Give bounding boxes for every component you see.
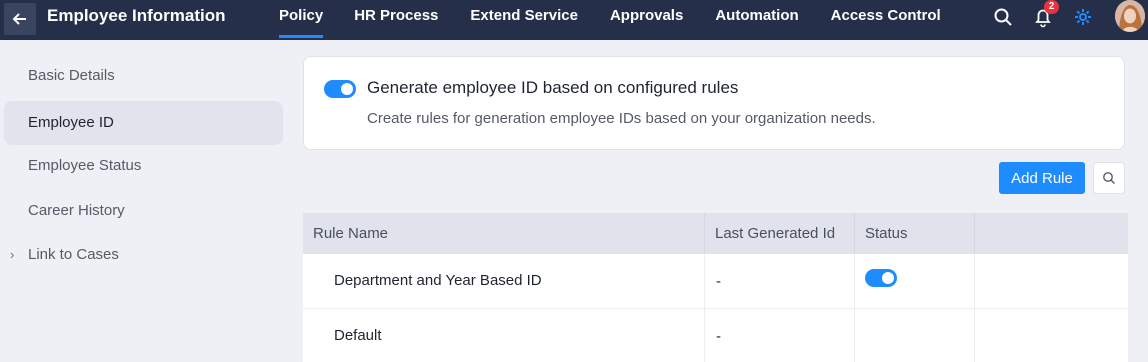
header-rule-name[interactable]: Rule Name bbox=[303, 213, 705, 254]
gear-icon[interactable] bbox=[1072, 6, 1094, 28]
header-status[interactable]: Status bbox=[855, 213, 975, 254]
search-icon bbox=[1103, 172, 1115, 184]
table-header: Rule Name Last Generated Id Status bbox=[303, 213, 1128, 254]
sidebar-item-label: Link to Cases bbox=[28, 246, 119, 263]
nav-access-control[interactable]: Access Control bbox=[831, 0, 941, 40]
nav-policy[interactable]: Policy bbox=[279, 0, 324, 40]
arrow-left-icon bbox=[12, 13, 26, 25]
nav-automation[interactable]: Automation bbox=[715, 0, 798, 40]
app-title: Employee Information bbox=[47, 6, 226, 25]
back-button[interactable] bbox=[4, 3, 36, 35]
sidebar-item-employee-status[interactable]: Employee Status bbox=[4, 144, 283, 188]
nav-extend-service[interactable]: Extend Service bbox=[470, 0, 578, 40]
id-generation-card: Generate employee ID based on configured… bbox=[303, 56, 1125, 150]
header-last-generated-id[interactable]: Last Generated Id bbox=[705, 213, 855, 254]
generate-id-toggle[interactable] bbox=[324, 80, 356, 98]
avatar[interactable] bbox=[1115, 0, 1145, 32]
user-photo-icon bbox=[1115, 0, 1145, 32]
last-generated-id-cell: - bbox=[705, 254, 855, 308]
sidebar: Basic Details Employee ID Employee Statu… bbox=[0, 40, 292, 362]
chevron-right-icon: › bbox=[10, 247, 15, 262]
sidebar-item-basic-details[interactable]: Basic Details bbox=[4, 54, 283, 98]
status-cell bbox=[855, 254, 975, 308]
actions-cell bbox=[975, 254, 1128, 308]
rule-status-toggle[interactable] bbox=[865, 269, 897, 287]
sidebar-item-employee-id[interactable]: Employee ID bbox=[4, 101, 283, 145]
rule-name-cell: Department and Year Based ID bbox=[303, 254, 705, 308]
toggle-knob bbox=[882, 272, 894, 284]
nav-approvals[interactable]: Approvals bbox=[610, 0, 683, 40]
toggle-knob bbox=[341, 83, 353, 95]
status-cell bbox=[855, 309, 975, 362]
nav-hr-process[interactable]: HR Process bbox=[354, 0, 438, 40]
table-row[interactable]: Department and Year Based ID - bbox=[303, 254, 1128, 309]
rules-table: Rule Name Last Generated Id Status Depar… bbox=[303, 213, 1128, 362]
main-nav: Policy HR Process Extend Service Approva… bbox=[270, 0, 941, 40]
card-title: Generate employee ID based on configured… bbox=[367, 78, 739, 97]
actions-cell bbox=[975, 309, 1128, 362]
sidebar-item-link-to-cases[interactable]: › Link to Cases bbox=[4, 233, 283, 277]
card-description: Create rules for generation employee IDs… bbox=[367, 110, 876, 127]
table-search-button[interactable] bbox=[1093, 162, 1125, 194]
add-rule-button[interactable]: Add Rule bbox=[999, 162, 1085, 194]
sidebar-item-career-history[interactable]: Career History bbox=[4, 189, 283, 233]
search-icon[interactable] bbox=[992, 6, 1014, 28]
notification-badge: 2 bbox=[1044, 0, 1059, 14]
top-bar: Employee Information Policy HR Process E… bbox=[0, 0, 1148, 40]
rule-name-cell: Default bbox=[303, 309, 705, 362]
last-generated-id-cell: - bbox=[705, 309, 855, 362]
table-row[interactable]: Default - bbox=[303, 309, 1128, 362]
header-actions bbox=[975, 213, 1128, 254]
